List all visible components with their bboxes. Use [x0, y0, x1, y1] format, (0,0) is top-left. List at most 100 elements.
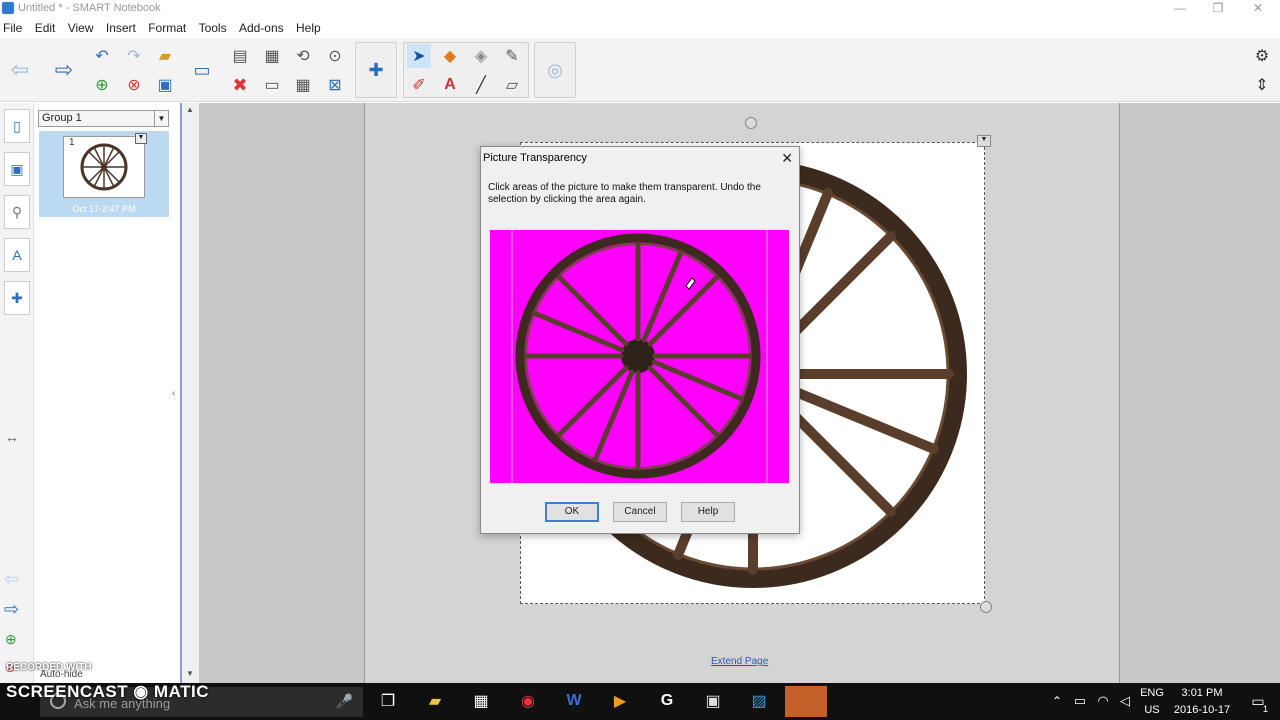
transparency-preview[interactable]: [490, 230, 789, 483]
scroll-down-icon[interactable]: ▼: [186, 669, 194, 678]
eyedropper-cursor-icon: [685, 277, 696, 290]
full-screen-icon[interactable]: ⊠: [323, 73, 347, 97]
save-icon[interactable]: ▣: [153, 73, 177, 97]
eraser-shape-icon[interactable]: ◈: [469, 44, 493, 68]
preview-wheel-image: [511, 230, 768, 483]
menu-help[interactable]: Help: [293, 18, 327, 35]
menu-file[interactable]: File: [0, 18, 28, 35]
title-bar: Untitled * - SMART Notebook — ❐ ✕: [0, 0, 1280, 18]
dialog-title: Picture Transparency: [483, 152, 587, 164]
zoom-icon[interactable]: ⊙: [323, 44, 347, 68]
open-folder-icon[interactable]: ▰: [153, 44, 177, 68]
select-pointer-icon[interactable]: ➤: [407, 44, 431, 68]
sidebar-previous-icon[interactable]: ⇦: [4, 569, 19, 590]
gallery-tab-icon[interactable]: ▣: [4, 152, 30, 186]
page-date: Oct 17-2:47 PM: [72, 204, 136, 214]
file-explorer-icon[interactable]: ▰: [421, 688, 449, 714]
watermark-line1: RECORDED WITH: [6, 662, 92, 673]
extend-page-link[interactable]: Extend Page: [711, 656, 768, 667]
ok-button[interactable]: OK: [545, 502, 599, 522]
help-button[interactable]: Help: [681, 502, 735, 522]
table-icon[interactable]: ▦: [291, 73, 315, 97]
menu-edit[interactable]: Edit: [32, 18, 62, 35]
shapes-icon[interactable]: ◆: [438, 44, 462, 68]
text-icon[interactable]: A: [438, 73, 462, 97]
rotate-icon[interactable]: ⟲: [291, 44, 315, 68]
window-title: Untitled * - SMART Notebook: [18, 2, 161, 14]
page-sorter-tab-icon[interactable]: ▯: [4, 109, 30, 143]
sidebar-add-page-icon[interactable]: ⊕: [5, 631, 17, 648]
menu-tools[interactable]: Tools: [196, 18, 233, 35]
smart-notebook-icon[interactable]: ▨: [745, 688, 773, 714]
object-menu-icon[interactable]: ▼: [977, 135, 991, 147]
thumbnail-menu-icon[interactable]: ▼: [135, 133, 147, 144]
collapse-sidebar-icon[interactable]: ‹: [172, 388, 175, 399]
menu-bar: File Edit View Insert Format Tools Add-o…: [0, 18, 1280, 38]
magic-pen-icon[interactable]: ✎: [500, 44, 524, 68]
watermark-line2: SCREENCAST ◉ MATIC: [6, 682, 209, 701]
minimize-button[interactable]: —: [1162, 0, 1198, 18]
properties-icon[interactable]: ◎: [543, 58, 567, 82]
app-icon: [2, 2, 14, 14]
notification-count: 1: [1263, 704, 1269, 714]
restore-button[interactable]: ❐: [1200, 0, 1236, 18]
sidebar-next-icon[interactable]: ⇨: [4, 599, 19, 620]
language-bottom[interactable]: US: [1138, 704, 1166, 716]
properties-tab-icon[interactable]: A: [4, 238, 30, 272]
close-button[interactable]: ✕: [1240, 0, 1276, 18]
recording-active-icon[interactable]: [785, 686, 827, 717]
clock-time[interactable]: 3:01 PM: [1170, 687, 1234, 699]
rotate-handle[interactable]: [745, 117, 757, 129]
capture-icon[interactable]: ▦: [260, 44, 284, 68]
screen-capture-icon[interactable]: ▭: [260, 73, 284, 97]
microphone-icon[interactable]: 🎤: [336, 693, 353, 710]
menu-add-ons[interactable]: Add-ons: [236, 18, 290, 35]
word-icon[interactable]: W: [560, 688, 588, 714]
eraser-icon[interactable]: ▱: [500, 73, 524, 97]
undo-icon[interactable]: ↶: [90, 44, 114, 68]
scroll-up-icon[interactable]: ▲: [186, 105, 194, 114]
chrome-icon[interactable]: ◉: [514, 688, 542, 714]
add-ons-tab-icon[interactable]: ✚: [4, 281, 30, 315]
store-icon[interactable]: ▦: [467, 688, 495, 714]
delete-icon[interactable]: ✖: [228, 73, 252, 97]
add-ons-puzzle-icon[interactable]: ✚: [364, 58, 388, 82]
wheel-thumbnail-icon: [80, 143, 128, 191]
thumbnail-preview: [63, 136, 145, 198]
screen-shade-icon[interactable]: ▭: [190, 58, 214, 82]
menu-view[interactable]: View: [65, 18, 100, 35]
group-dropdown-label: Group 1: [42, 112, 82, 124]
previous-page-arrow-icon[interactable]: ⇦: [8, 57, 32, 82]
media-player-icon[interactable]: ▶: [606, 688, 634, 714]
volume-icon[interactable]: ◁: [1111, 688, 1139, 714]
g-app-icon[interactable]: G: [653, 688, 681, 714]
calculator-icon[interactable]: ▣: [699, 688, 727, 714]
paste-icon[interactable]: ▤: [228, 44, 252, 68]
sorter-scrollbar[interactable]: ▲ ▼: [182, 103, 199, 683]
dialog-close-icon[interactable]: ✕: [781, 150, 793, 167]
menu-insert[interactable]: Insert: [103, 18, 142, 35]
next-page-arrow-icon[interactable]: ⇨: [52, 57, 76, 82]
resize-sidebar-icon[interactable]: ↔: [5, 429, 19, 445]
clock-date[interactable]: 2016-10-17: [1170, 704, 1234, 716]
line-icon[interactable]: ╱: [469, 73, 493, 97]
move-toolbar-icon[interactable]: ⇕: [1250, 73, 1274, 97]
language-top[interactable]: ENG: [1138, 687, 1166, 699]
task-view-icon[interactable]: ❐: [374, 688, 402, 714]
resize-handle[interactable]: [980, 601, 992, 613]
cancel-button[interactable]: Cancel: [613, 502, 667, 522]
toolbar: ⇦ ⇨ ↶ ↷ ▰ ⊕ ⊗ ▣ ▭ ▤ ▦ ⟲ ⊙ ✖ ▭ ▦ ⊠ ✚ ➤ ◆ …: [0, 38, 1280, 102]
delete-page-icon[interactable]: ⊗: [122, 73, 146, 97]
page-number: 1: [69, 137, 75, 148]
page-thumbnail[interactable]: 1 ▼ Oct 17-2:47 PM: [39, 131, 169, 217]
pens-icon[interactable]: ✐: [407, 73, 431, 97]
attachments-tab-icon[interactable]: ⚲: [4, 195, 30, 229]
side-tabs: ▯ ▣ ⚲ A ✚ ↔ ⇦ ⇨ ⊕ ⊗: [0, 103, 34, 683]
group-dropdown[interactable]: Group 1 ▼: [38, 110, 169, 127]
redo-icon[interactable]: ↷: [122, 44, 146, 68]
settings-gear-icon[interactable]: ⚙: [1250, 44, 1274, 68]
menu-format[interactable]: Format: [145, 18, 192, 35]
chevron-down-icon[interactable]: ▼: [154, 111, 168, 126]
dialog-instructions: Click areas of the picture to make them …: [488, 182, 761, 205]
add-page-icon[interactable]: ⊕: [90, 73, 114, 97]
